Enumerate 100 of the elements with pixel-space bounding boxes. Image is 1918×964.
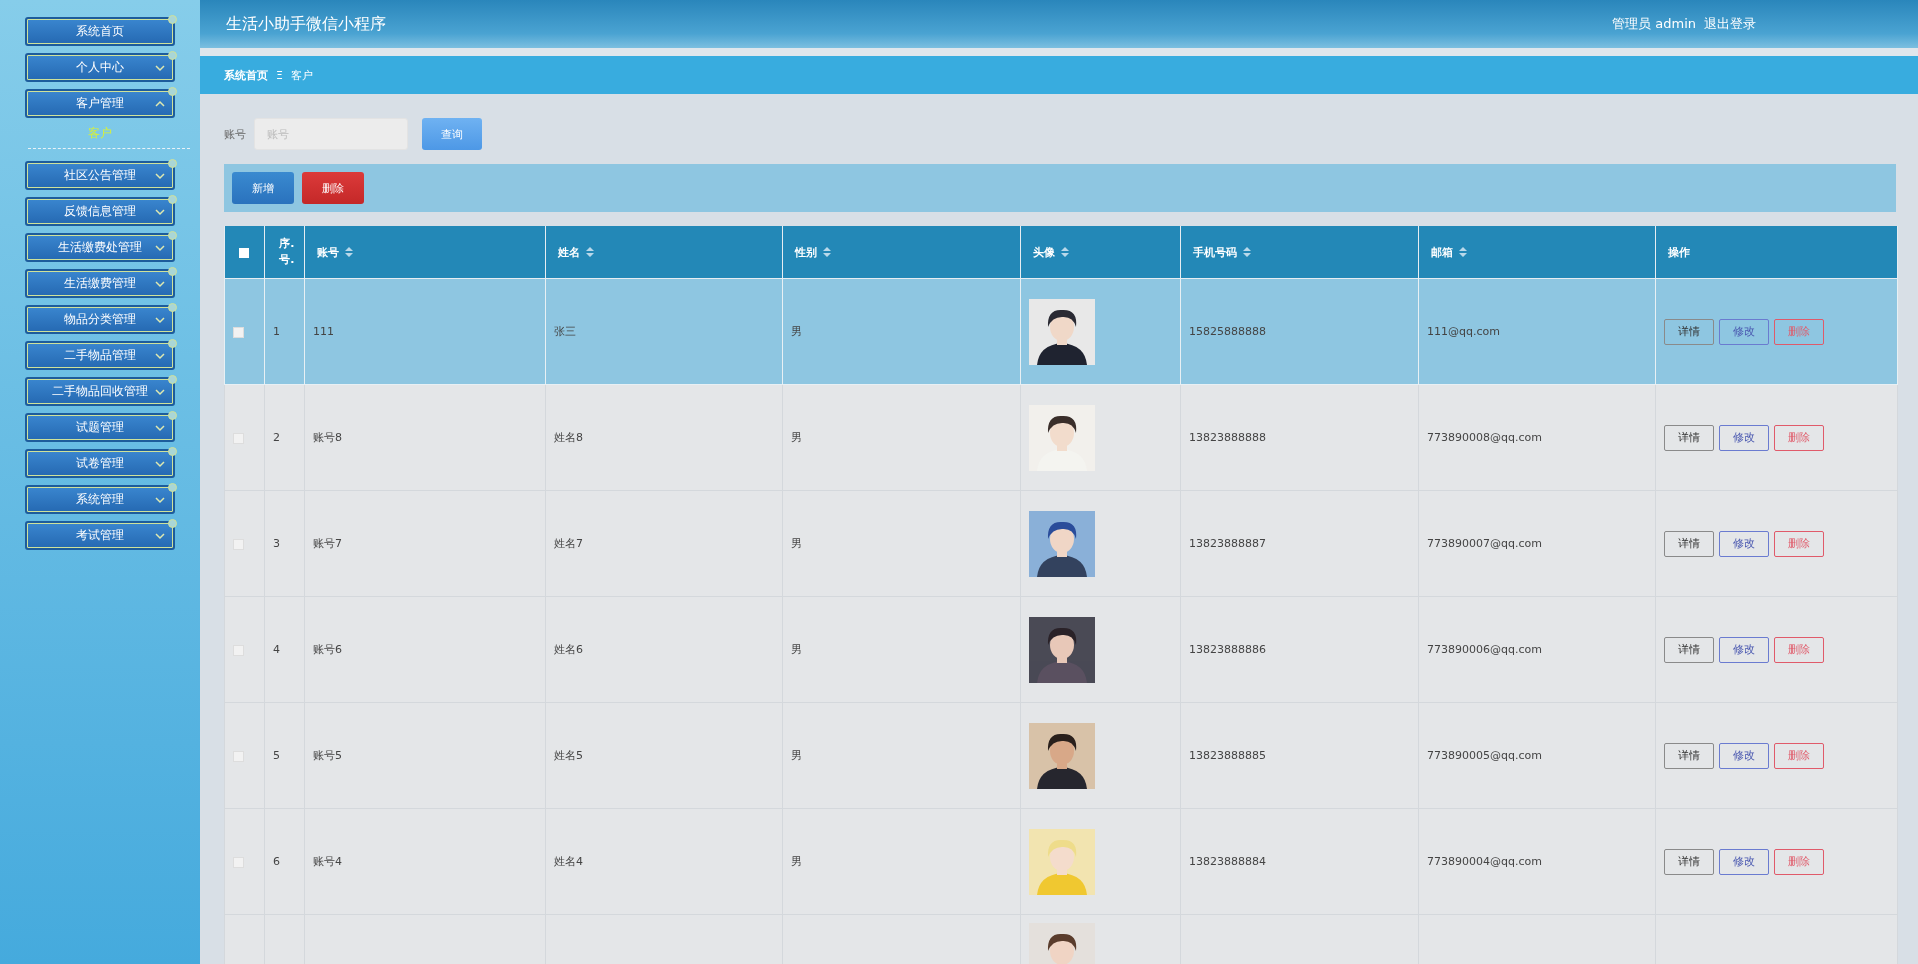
chevron-down-icon (155, 532, 165, 540)
edit-button[interactable]: 修改 (1719, 636, 1769, 663)
table-cell: 男 (782, 384, 1021, 491)
table-cell: 15825888888 (1180, 278, 1419, 385)
ornament-icon (168, 339, 177, 348)
column-header[interactable]: 性别 (795, 244, 817, 260)
table-cell: 13823888884 (1180, 808, 1419, 915)
column-header: 序.号. (278, 236, 295, 268)
ornament-icon (168, 159, 177, 168)
ornament-icon (168, 519, 177, 528)
ornament-icon (168, 411, 177, 420)
sort-icon[interactable] (823, 247, 831, 257)
ornament-icon (168, 483, 177, 492)
table-cell: 张三 (545, 278, 783, 385)
app-title: 生活小助手微信小程序 (226, 13, 387, 35)
chevron-up-icon (155, 100, 165, 108)
table-cell: 账号4 (304, 808, 546, 915)
edit-button[interactable]: 修改 (1719, 742, 1769, 769)
edit-button[interactable]: 修改 (1719, 530, 1769, 557)
column-header: 操作 (1668, 244, 1690, 260)
delete-button[interactable]: 删除 (1774, 424, 1824, 451)
ornament-icon (168, 15, 177, 24)
table-row[interactable]: 2 账号8 姓名8 男 13823888888 773890008@qq.com 详情 修改 删除 (224, 384, 1898, 491)
table-cell: 1 (264, 278, 305, 385)
table-cell: 13823888885 (1180, 702, 1419, 809)
row-checkbox[interactable] (233, 326, 244, 338)
chevron-down-icon (155, 460, 165, 468)
table-cell: 账号6 (304, 596, 546, 703)
table-row[interactable]: 4 账号6 姓名6 男 13823888886 773890006@qq.com 详情 修改 删除 (224, 596, 1898, 703)
sort-icon[interactable] (586, 247, 594, 257)
chevron-down-icon (155, 388, 165, 396)
sort-icon[interactable] (1459, 247, 1467, 257)
sort-icon[interactable] (1243, 247, 1251, 257)
table-cell: 男 (782, 278, 1021, 385)
breadcrumb-item[interactable]: 客户 (290, 67, 313, 83)
search-button[interactable]: 查询 (422, 118, 482, 150)
table-cell: 3 (264, 490, 305, 597)
ornament-icon (168, 231, 177, 240)
delete-button[interactable]: 删除 (1774, 530, 1824, 557)
sidebar-item[interactable]: 二手物品回收管理 (25, 377, 175, 406)
chevron-down-icon (155, 280, 165, 288)
table-row[interactable]: 1 111 张三 男 15825888888 111@qq.com 详情 修改 删除 (224, 278, 1898, 385)
details-button[interactable]: 详情 (1664, 530, 1714, 557)
table-cell: 773890008@qq.com (1418, 384, 1656, 491)
sidebar-item[interactable]: 试卷管理 (25, 449, 175, 478)
table-cell: 2 (264, 384, 305, 491)
sidebar-item[interactable]: 物品分类管理 (25, 305, 175, 334)
table-cell: 4 (264, 596, 305, 703)
edit-button[interactable]: 修改 (1719, 848, 1769, 875)
chevron-down-icon (155, 172, 165, 180)
sidebar-item[interactable]: 社区公告管理 (25, 161, 175, 190)
sidebar-item[interactable]: 系统管理 (25, 485, 175, 514)
table-cell: 姓名7 (545, 490, 783, 597)
ornament-icon (168, 195, 177, 204)
table-cell: 姓名8 (545, 384, 783, 491)
add-button[interactable]: 新增 (232, 172, 294, 204)
table-cell: 773890007@qq.com (1418, 490, 1656, 597)
edit-button[interactable]: 修改 (1719, 318, 1769, 345)
sidebar-item[interactable]: 生活缴费处管理 (25, 233, 175, 262)
details-button[interactable]: 详情 (1664, 318, 1714, 345)
details-button[interactable]: 详情 (1664, 742, 1714, 769)
details-button[interactable]: 详情 (1664, 636, 1714, 663)
column-header[interactable]: 头像 (1033, 244, 1055, 260)
table-cell: 账号8 (304, 384, 546, 491)
sidebar-item[interactable]: 个人中心 (25, 53, 175, 82)
table-row[interactable]: 5 账号5 姓名5 男 13823888885 773890005@qq.com 详情 修改 删除 (224, 702, 1898, 809)
ornament-icon (168, 303, 177, 312)
delete-button[interactable]: 删除 (302, 172, 364, 204)
details-button[interactable]: 详情 (1664, 848, 1714, 875)
table-cell: 账号5 (304, 702, 546, 809)
sidebar-item[interactable]: 试题管理 (25, 413, 175, 442)
logout-link[interactable]: 退出登录 (1704, 15, 1756, 33)
column-header[interactable]: 邮箱 (1431, 244, 1453, 260)
ornament-icon (168, 447, 177, 456)
delete-button[interactable]: 删除 (1774, 742, 1824, 769)
table-cell: 13823888886 (1180, 596, 1419, 703)
sidebar-item[interactable]: 考试管理 (25, 521, 175, 550)
sidebar-item[interactable]: 反馈信息管理 (25, 197, 175, 226)
breadcrumb-separator: Ξ (276, 68, 283, 82)
sidebar-item[interactable]: 生活缴费管理 (25, 269, 175, 298)
delete-button[interactable]: 删除 (1774, 848, 1824, 875)
chevron-down-icon (155, 496, 165, 504)
select-all-checkbox[interactable] (239, 247, 249, 258)
column-header[interactable]: 手机号码 (1193, 244, 1237, 260)
column-header[interactable]: 姓名 (558, 244, 580, 260)
table-cell: 男 (782, 702, 1021, 809)
sidebar-item[interactable]: 客户管理 (25, 89, 175, 118)
table-cell: 13823888887 (1180, 490, 1419, 597)
sort-icon[interactable] (1061, 247, 1069, 257)
table-row[interactable]: 6 账号4 姓名4 男 13823888884 773890004@qq.com 详情 修改 删除 (224, 808, 1898, 915)
sort-icon[interactable] (345, 247, 353, 257)
table-row[interactable]: 3 账号7 姓名7 男 13823888887 773890007@qq.com 详情 修改 删除 (224, 490, 1898, 597)
column-header[interactable]: 账号 (317, 244, 339, 260)
sidebar-item[interactable]: 二手物品管理 (25, 341, 175, 370)
edit-button[interactable]: 修改 (1719, 424, 1769, 451)
breadcrumb-item[interactable]: 系统首页 (224, 67, 268, 83)
delete-button[interactable]: 删除 (1774, 636, 1824, 663)
details-button[interactable]: 详情 (1664, 424, 1714, 451)
table-cell: 773890006@qq.com (1418, 596, 1656, 703)
sidebar-item[interactable]: 系统首页 (25, 17, 175, 46)
